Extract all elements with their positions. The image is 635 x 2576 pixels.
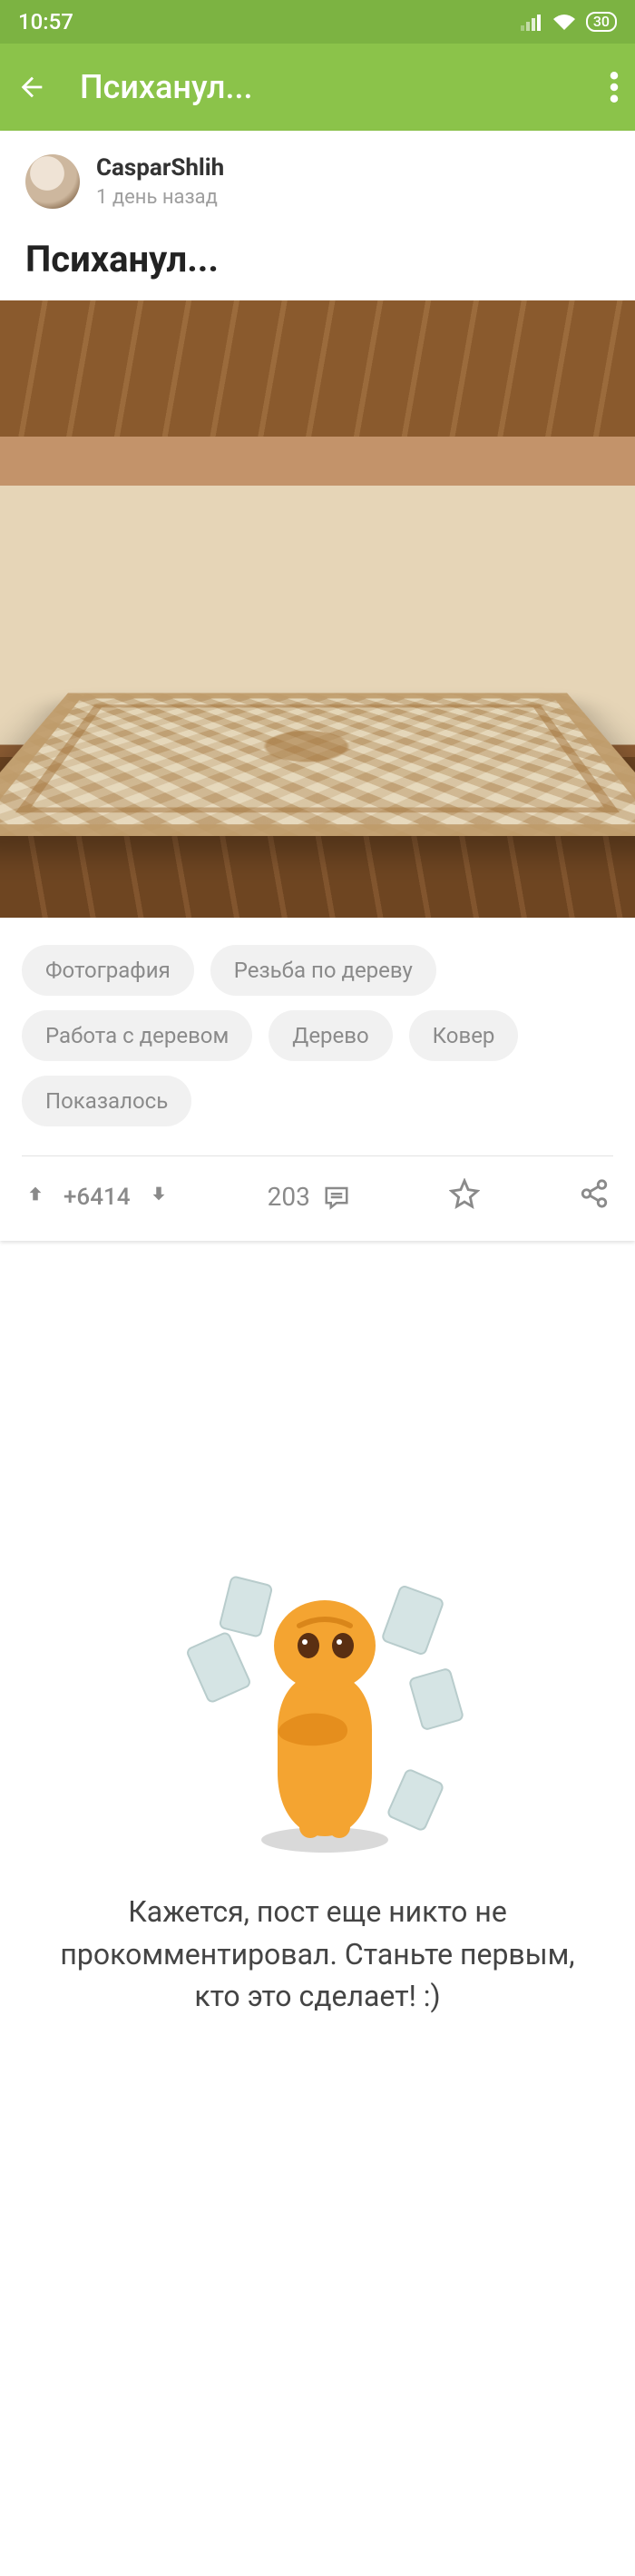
battery-badge: 30 [586,12,617,32]
tag[interactable]: Ковер [409,1010,519,1061]
empty-comments: Кажется, пост еще никто не прокомментиро… [0,1241,635,2017]
author-name[interactable]: CasparShlih [96,154,224,182]
arrow-down-icon [149,1181,169,1206]
post-rating: +6414 [64,1184,131,1211]
share-button[interactable] [579,1178,610,1215]
tag[interactable]: Дерево [269,1010,392,1061]
tag[interactable]: Показалось [22,1076,191,1126]
empty-comments-text: Кажется, пост еще никто не прокомментиро… [36,1891,599,2017]
comments-button[interactable]: 203 [268,1182,350,1212]
tag-list: Фотография Резьба по дереву Работа с дер… [0,918,635,1136]
post-card: CasparShlih 1 день назад Психанул... Фот… [0,131,635,1241]
status-bar: 10:57 30 [0,0,635,44]
star-icon [449,1178,480,1209]
arrow-up-icon [25,1181,45,1206]
signal-icon [521,13,542,31]
favorite-button[interactable] [449,1178,480,1215]
arrow-left-icon [16,72,47,103]
post-actions: +6414 203 [0,1156,635,1241]
post-title: Психанул... [0,225,635,300]
appbar-title: Психанул... [80,68,610,106]
author-row: CasparShlih 1 день назад [0,131,635,225]
comments-count: 203 [268,1182,310,1212]
app-bar: Психанул... [0,44,635,131]
status-right: 30 [521,12,617,32]
vote-group: +6414 [25,1181,169,1213]
share-icon [579,1178,610,1209]
author-avatar[interactable] [25,154,80,209]
statusbar-time: 10:57 [18,9,73,34]
back-button[interactable] [16,72,47,103]
tag[interactable]: Резьба по дереву [210,945,436,996]
downvote-button[interactable] [149,1181,169,1213]
post-image[interactable] [0,300,635,918]
upvote-button[interactable] [25,1181,45,1213]
author-meta: CasparShlih 1 день назад [96,154,224,209]
tag[interactable]: Фотография [22,945,194,996]
comment-icon [323,1184,350,1211]
more-vert-icon [610,72,619,103]
post-time: 1 день назад [96,186,224,209]
empty-mascot [163,1568,472,1858]
overflow-menu-button[interactable] [610,72,619,103]
tag[interactable]: Работа с деревом [22,1010,252,1061]
wifi-icon [552,12,577,32]
